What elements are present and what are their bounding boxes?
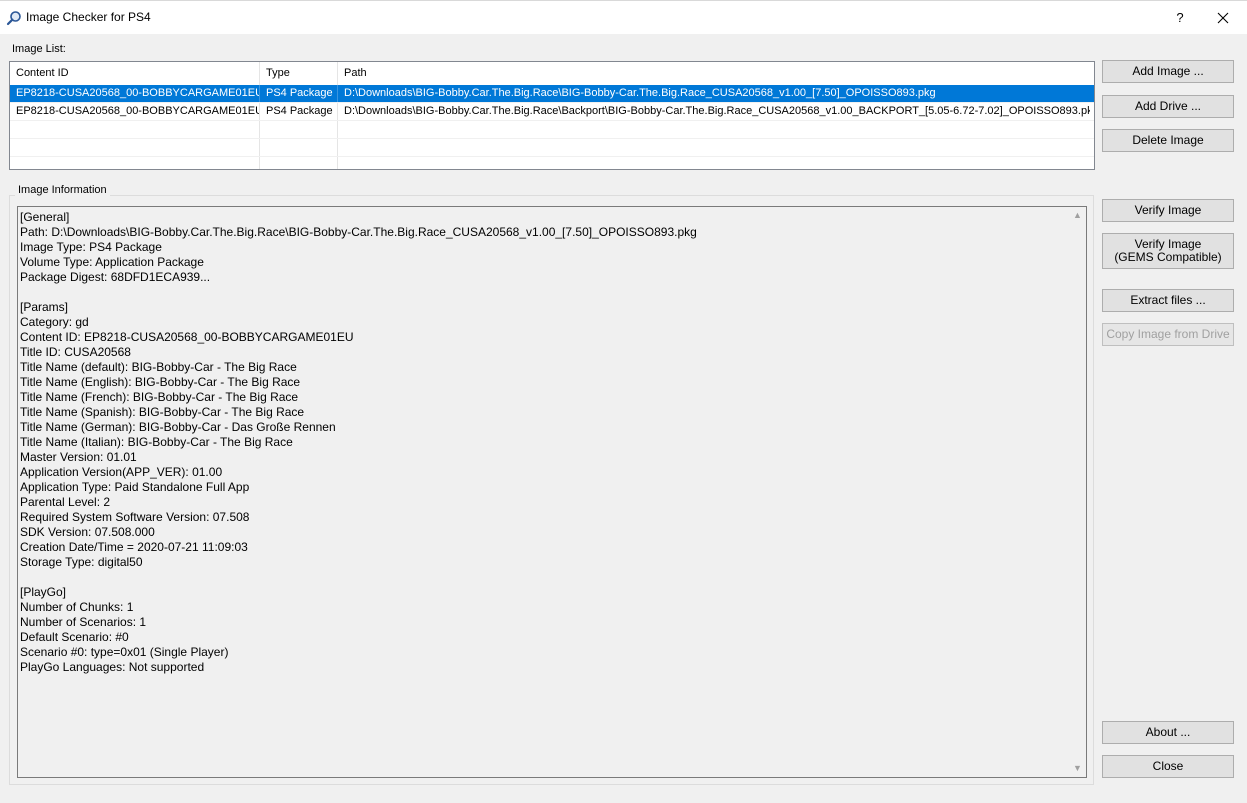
- chevron-up-icon[interactable]: ▲: [1069, 207, 1086, 224]
- image-list-header: Content ID Type Path: [10, 62, 1094, 86]
- copy-image-from-drive-button[interactable]: Copy Image from Drive: [1102, 323, 1234, 346]
- table-row[interactable]: EP8218-CUSA20568_00-BOBBYCARGAME01EU PS4…: [10, 103, 1094, 121]
- image-list-label: Image List:: [12, 43, 66, 55]
- verify-gems-line2: (GEMS Compatible): [1114, 250, 1222, 264]
- verify-image-gems-button[interactable]: Verify Image (GEMS Compatible): [1102, 233, 1234, 269]
- cell-type: PS4 Package: [260, 85, 338, 102]
- about-button[interactable]: About ...: [1102, 721, 1234, 744]
- add-drive-button[interactable]: Add Drive ...: [1102, 95, 1234, 118]
- delete-image-button[interactable]: Delete Image: [1102, 129, 1234, 152]
- cell-content-id: EP8218-CUSA20568_00-BOBBYCARGAME01EU: [10, 103, 260, 120]
- magnifier-icon: [6, 11, 21, 26]
- table-row[interactable]: EP8218-CUSA20568_00-BOBBYCARGAME01EU PS4…: [10, 85, 1094, 103]
- empty-cell: [10, 139, 260, 156]
- verify-image-button[interactable]: Verify Image: [1102, 199, 1234, 222]
- add-image-button[interactable]: Add Image ...: [1102, 60, 1234, 83]
- chevron-down-icon[interactable]: ▼: [1069, 760, 1086, 777]
- image-information-textbox[interactable]: [General] Path: D:\Downloads\BIG-Bobby.C…: [17, 206, 1087, 778]
- close-icon[interactable]: [1208, 3, 1238, 33]
- empty-cell: [260, 121, 338, 138]
- help-button[interactable]: ?: [1165, 3, 1195, 33]
- empty-row: [10, 157, 1094, 169]
- extract-files-button[interactable]: Extract files ...: [1102, 289, 1234, 312]
- column-header-path[interactable]: Path: [338, 62, 1094, 85]
- cell-path: D:\Downloads\BIG-Bobby.Car.The.Big.Race\…: [344, 87, 936, 99]
- empty-cell: [260, 157, 338, 169]
- window-title: Image Checker for PS4: [26, 10, 151, 24]
- vertical-scrollbar[interactable]: ▲ ▼: [1069, 207, 1086, 777]
- cell-path: D:\Downloads\BIG-Bobby.Car.The.Big.Race\…: [344, 105, 1090, 117]
- cell-type: PS4 Package: [260, 103, 338, 120]
- column-header-type[interactable]: Type: [260, 62, 338, 85]
- image-information-label: Image Information: [15, 184, 110, 196]
- image-information-text: [General] Path: D:\Downloads\BIG-Bobby.C…: [20, 210, 697, 674]
- title-bar: Image Checker for PS4 ?: [0, 0, 1247, 34]
- empty-cell: [10, 157, 260, 169]
- empty-cell: [10, 121, 260, 138]
- column-header-content-id[interactable]: Content ID: [10, 62, 260, 85]
- image-list[interactable]: Content ID Type Path EP8218-CUSA20568_00…: [9, 61, 1095, 170]
- cell-content-id: EP8218-CUSA20568_00-BOBBYCARGAME01EU: [10, 85, 260, 102]
- empty-row: [10, 139, 1094, 157]
- close-button[interactable]: Close: [1102, 755, 1234, 778]
- empty-row: [10, 121, 1094, 139]
- empty-cell: [260, 139, 338, 156]
